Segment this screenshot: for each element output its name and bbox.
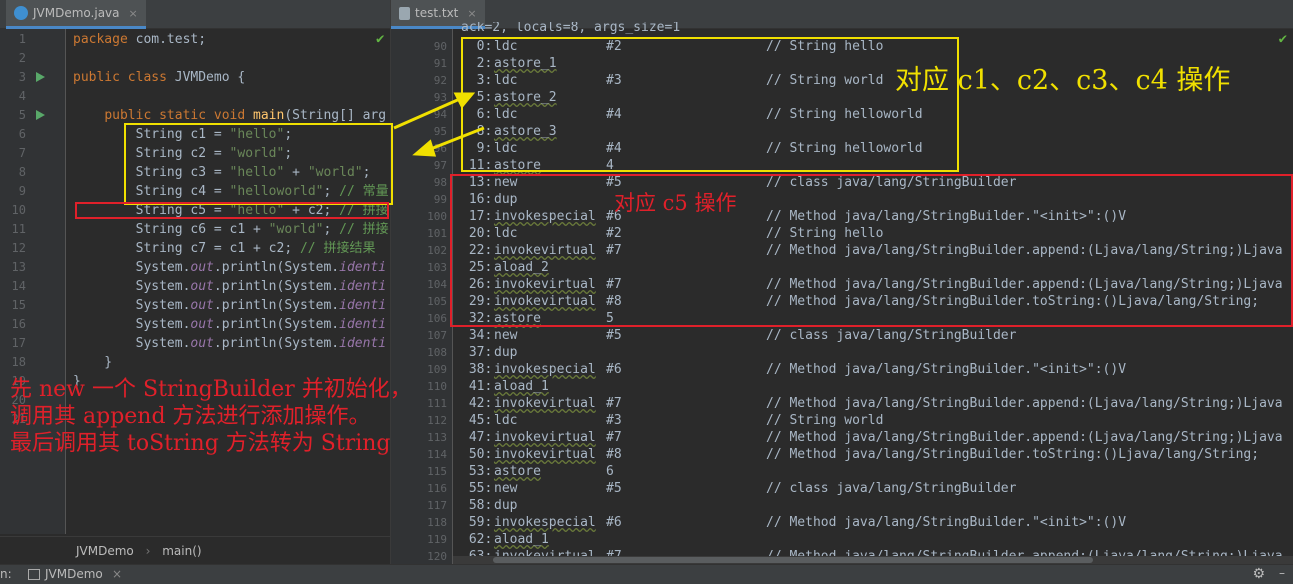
arrow-right-line (393, 96, 463, 130)
gear-icon[interactable]: ⚙ (1252, 566, 1265, 582)
minimize-icon[interactable]: – (1279, 566, 1285, 580)
arrow-left-head (412, 139, 437, 157)
window-icon (28, 569, 40, 580)
annotation-explain-2: 调用其 append 方法进行添加操作。 (10, 404, 371, 429)
annotation-red-label: 对应 c5 操作 (614, 191, 737, 215)
annotation-yellow-label: 对应 c1、c2、c3、c4 操作 (895, 65, 1231, 96)
annotation-explain-3: 最后调用其 toString 方法转为 String (10, 431, 391, 456)
annotation-explain-1: 先 new 一个 StringBuilder 并初始化， (10, 377, 412, 402)
arrow-right-head (453, 92, 476, 109)
arrow-left-line (427, 126, 485, 152)
close-icon[interactable]: × (112, 567, 122, 581)
status-left-text: n: (0, 567, 12, 581)
status-tab-label[interactable]: JVMDemo (45, 567, 103, 581)
status-bar: n: JVMDemo × ⚙ – (0, 564, 1293, 584)
